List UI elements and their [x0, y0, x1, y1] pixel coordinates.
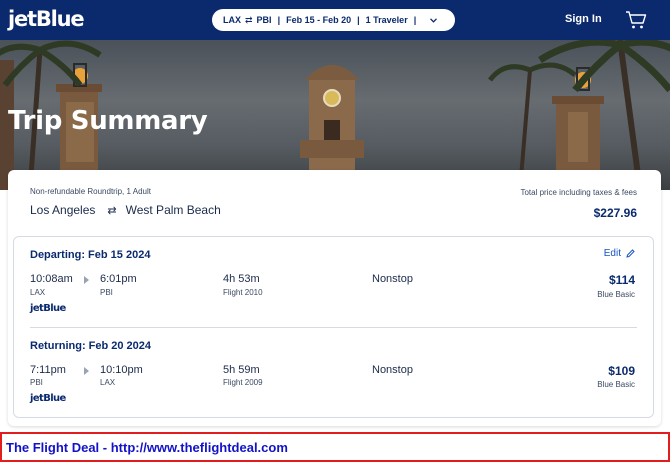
flight-deal-link[interactable]: The Flight Deal - http://www.theflightde… [6, 440, 288, 455]
pill-divider: | [413, 15, 417, 25]
fare-class: Blue Basic [597, 290, 635, 299]
segment-price: $109 [608, 364, 635, 378]
page-title: Trip Summary [8, 106, 208, 136]
search-destination: PBI [256, 15, 272, 25]
top-nav: jetBlue LAX ⇄ PBI | Feb 15 - Feb 20 | 1 … [0, 0, 670, 40]
edit-button[interactable]: Edit [604, 248, 635, 259]
arrive-airport: PBI [100, 288, 113, 297]
flights-panel: Departing: Feb 15 2024 Edit 10:08am LAX … [13, 236, 654, 418]
flight-number: Flight 2009 [223, 378, 263, 387]
stops: Nonstop [372, 273, 413, 285]
edit-label: Edit [603, 248, 621, 259]
cart-icon[interactable] [625, 10, 647, 30]
arrive-time: 6:01pm [100, 273, 137, 285]
swap-icon: ⇄ [245, 14, 253, 25]
search-dates: Feb 15 - Feb 20 [286, 15, 352, 25]
pill-divider: | [277, 15, 281, 25]
returning-segment: Returning: Feb 20 2024 7:11pm PBI 10:10p… [14, 327, 653, 417]
stops: Nonstop [372, 364, 413, 376]
departing-title: Departing: Feb 15 2024 [30, 249, 151, 261]
route-summary: Los Angeles ⇄ West Palm Beach [30, 203, 221, 217]
depart-time: 10:08am [30, 273, 73, 285]
chevron-down-icon[interactable] [430, 15, 438, 25]
depart-airport: LAX [30, 288, 46, 297]
pill-divider: | [357, 15, 360, 25]
arrive-time: 10:10pm [100, 364, 143, 376]
arrow-right-icon [84, 276, 89, 284]
swap-icon: ⇄ [107, 204, 117, 217]
segment-price: $114 [608, 273, 635, 287]
depart-time: 7:11pm [30, 364, 66, 376]
hero-banner: Trip Summary [0, 40, 670, 190]
duration: 4h 53m [223, 273, 260, 285]
total-price: $227.96 [593, 206, 637, 220]
pencil-icon [626, 249, 635, 258]
trip-summary-card: Non-refundable Roundtrip, 1 Adult Los An… [8, 170, 661, 426]
flight-deal-banner: The Flight Deal - http://www.theflightde… [0, 432, 670, 462]
total-price-label: Total price including taxes & fees [520, 188, 637, 197]
destination-city: West Palm Beach [125, 203, 221, 217]
airline-logo: jetBlue [30, 303, 66, 314]
fare-type-label: Non-refundable Roundtrip, 1 Adult [30, 187, 151, 196]
depart-airport: PBI [30, 378, 43, 387]
flight-number: Flight 2010 [223, 288, 263, 297]
origin-city: Los Angeles [30, 203, 96, 217]
departing-segment: Departing: Feb 15 2024 Edit 10:08am LAX … [14, 237, 653, 327]
trip-search-pill[interactable]: LAX ⇄ PBI | Feb 15 - Feb 20 | 1 Traveler… [212, 9, 455, 31]
fare-class: Blue Basic [597, 380, 635, 389]
search-travelers: 1 Traveler [365, 15, 408, 25]
search-origin: LAX [223, 15, 241, 25]
airline-logo: jetBlue [30, 393, 66, 404]
duration: 5h 59m [223, 364, 260, 376]
sign-in-link[interactable]: Sign In [565, 13, 602, 25]
jetblue-logo[interactable]: jetBlue [8, 7, 85, 31]
arrive-airport: LAX [100, 378, 116, 387]
arrow-right-icon [84, 367, 89, 375]
returning-title: Returning: Feb 20 2024 [30, 340, 152, 352]
